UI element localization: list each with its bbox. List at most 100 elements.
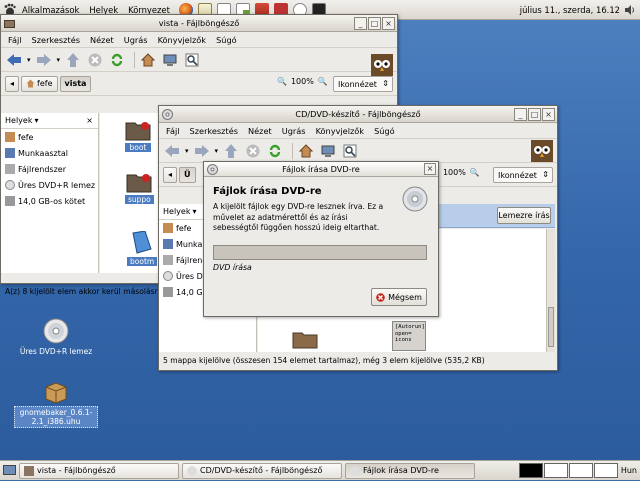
menu-help[interactable]: Súgó <box>211 35 242 45</box>
task-label: CD/DVD-készítő - Fájlböngésző <box>200 466 323 475</box>
close-button[interactable]: × <box>542 108 555 121</box>
view-select-value: Ikonnézet <box>338 79 377 89</box>
forward-button[interactable] <box>35 51 53 69</box>
workspace-1[interactable] <box>519 463 543 478</box>
stop-icon <box>246 144 260 157</box>
close-button[interactable]: × <box>424 163 436 175</box>
separator <box>134 51 136 68</box>
menu-edit[interactable]: Szerkesztés <box>185 126 243 136</box>
package-icon <box>45 382 67 404</box>
computer-icon <box>163 54 177 66</box>
file-item[interactable]: bootm <box>127 230 158 266</box>
scrollbar[interactable] <box>546 229 555 352</box>
computer-button[interactable] <box>161 51 179 69</box>
cancel-button[interactable]: Mégsem <box>371 288 427 306</box>
chevron-down-icon[interactable]: ▾ <box>215 147 219 155</box>
menu-help[interactable]: Súgó <box>369 126 400 136</box>
forward-arrow-icon <box>194 144 209 157</box>
task-cd-creator[interactable]: CD/DVD-készítő - Fájlböngésző <box>182 462 342 479</box>
scrollbar-thumb[interactable] <box>548 307 554 347</box>
path-toggle-button[interactable]: ◂ <box>163 166 178 183</box>
titlebar[interactable]: CD/DVD-készítő - Fájlböngésző _ □ × <box>159 106 557 123</box>
reload-button[interactable] <box>108 51 126 69</box>
sidebar-header[interactable]: Helyek ▾ × <box>1 113 98 129</box>
menu-edit[interactable]: Szerkesztés <box>27 35 85 45</box>
home-button[interactable] <box>297 142 315 160</box>
sidebar-item-filesystem[interactable]: Fájlrendszer <box>1 161 98 177</box>
home-button[interactable] <box>139 51 157 69</box>
workspace-3[interactable] <box>569 463 593 478</box>
chevron-down-icon[interactable]: ▾ <box>185 147 189 155</box>
view-select[interactable]: Ikonnézet ⇕ <box>493 167 553 183</box>
menu-file[interactable]: Fájl <box>3 35 27 45</box>
path-button-current[interactable]: vista <box>59 75 92 92</box>
path-button-current[interactable]: Ü <box>179 166 196 183</box>
path-toggle-button[interactable]: ◂ <box>5 75 20 92</box>
chevron-down-icon[interactable]: ▾ <box>57 56 61 64</box>
close-sidebar-icon[interactable]: × <box>86 116 93 125</box>
sidebar-title: Helyek <box>163 207 191 216</box>
back-button[interactable] <box>163 142 181 160</box>
sidebar-title: Helyek <box>5 116 33 125</box>
clock[interactable]: július 11., szerda, 16.12 <box>520 0 620 20</box>
computer-button[interactable] <box>319 142 337 160</box>
show-desktop-icon[interactable] <box>3 464 16 477</box>
toolbar: ▾ ▾ <box>1 48 397 76</box>
file-item[interactable]: [Autorun] open= icons <box>392 321 426 351</box>
zoom-in-icon[interactable]: 🔍 <box>470 168 480 177</box>
titlebar[interactable]: Fájlok írása DVD-re × <box>204 162 438 177</box>
burn-dialog: Fájlok írása DVD-re × Fájlok írása DVD-r… <box>203 161 439 317</box>
menu-bookmarks[interactable]: Könyvjelzők <box>153 35 212 45</box>
menu-view[interactable]: Nézet <box>85 35 119 45</box>
task-vista[interactable]: vista - Fájlböngésző <box>19 462 179 479</box>
chevron-down-icon[interactable]: ▾ <box>27 56 31 64</box>
zoom-level[interactable]: 100% <box>443 168 466 177</box>
close-button[interactable]: × <box>382 17 395 30</box>
zoom-level[interactable]: 100% <box>291 77 314 86</box>
reload-button[interactable] <box>266 142 284 160</box>
updown-arrow-icon: ⇕ <box>382 79 389 88</box>
stop-button[interactable] <box>244 142 262 160</box>
file-item[interactable]: boot <box>125 119 151 152</box>
workspace-4[interactable] <box>594 463 618 478</box>
menu-view[interactable]: Nézet <box>243 126 277 136</box>
sidebar-item-volume[interactable]: 14,0 GB-os kötet <box>1 193 98 209</box>
desktop-icon-package[interactable]: gnomebaker_0.6.1-2.1_i386.uhu <box>14 378 98 428</box>
volume-icon[interactable] <box>624 4 636 16</box>
titlebar[interactable]: vista - Fájlböngésző _ □ × <box>1 15 397 32</box>
search-icon <box>185 53 199 66</box>
menu-go[interactable]: Ugrás <box>119 35 153 45</box>
search-button[interactable] <box>341 142 359 160</box>
up-button[interactable] <box>222 142 240 160</box>
maximize-button[interactable]: □ <box>368 17 381 30</box>
file-item[interactable] <box>292 329 332 349</box>
drive-icon <box>5 164 15 174</box>
menu-go[interactable]: Ugrás <box>277 126 311 136</box>
task-label: vista - Fájlböngésző <box>37 466 116 475</box>
file-item[interactable]: suppo <box>125 171 154 204</box>
menu-file[interactable]: Fájl <box>161 126 185 136</box>
minimize-button[interactable]: _ <box>354 17 367 30</box>
zoom-in-icon[interactable]: 🔍 <box>318 77 328 86</box>
back-button[interactable] <box>5 51 23 69</box>
write-to-disc-button[interactable]: Lemezre írás <box>497 207 551 224</box>
maximize-button[interactable]: □ <box>528 108 541 121</box>
sidebar-item-home[interactable]: fefe <box>1 129 98 145</box>
up-button[interactable] <box>64 51 82 69</box>
sidebar-item-dvd[interactable]: Üres DVD+R lemez <box>1 177 98 193</box>
forward-button[interactable] <box>193 142 211 160</box>
minimize-button[interactable]: _ <box>514 108 527 121</box>
task-burn-dialog[interactable]: Fájlok írása DVD-re <box>345 462 475 479</box>
workspace-2[interactable] <box>544 463 568 478</box>
path-button-home[interactable]: fefe <box>21 75 58 92</box>
stop-button[interactable] <box>86 51 104 69</box>
dialog-title: Fájlok írása DVD-re <box>282 164 360 174</box>
zoom-out-icon[interactable]: 🔍 <box>277 77 287 86</box>
menu-bookmarks[interactable]: Könyvjelzők <box>311 126 370 136</box>
view-select[interactable]: Ikonnézet ⇕ <box>333 76 393 92</box>
location-bar: ◂ fefe vista 🔍 100% 🔍 Ikonnézet ⇕ <box>1 72 397 96</box>
sidebar-item-desktop[interactable]: Munkaasztal <box>1 145 98 161</box>
desktop-icon-dvd[interactable]: Üres DVD+R lemez <box>12 318 100 357</box>
search-button[interactable] <box>183 51 201 69</box>
keyboard-layout[interactable]: Hun <box>621 461 637 481</box>
